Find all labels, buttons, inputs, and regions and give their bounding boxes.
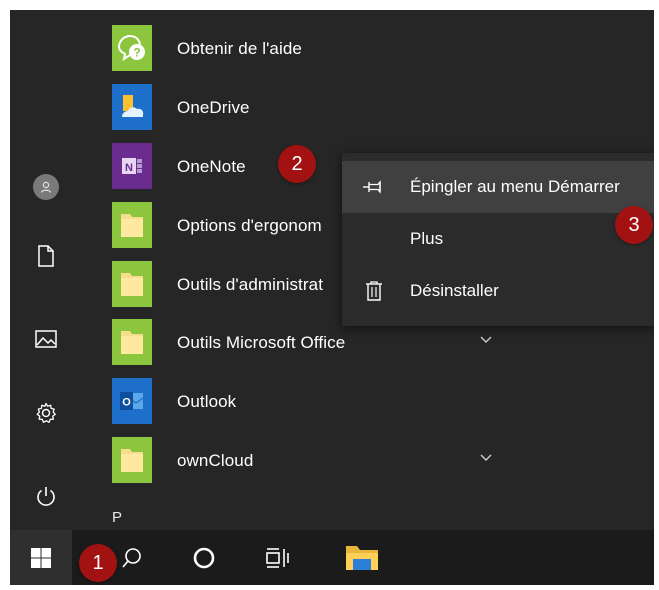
pin-icon bbox=[362, 175, 386, 199]
app-label: Outlook bbox=[177, 392, 237, 411]
folder-icon bbox=[112, 437, 152, 483]
section-letter[interactable]: P bbox=[112, 509, 122, 526]
app-label: OneNote bbox=[177, 157, 246, 176]
app-label: ownCloud bbox=[177, 451, 254, 470]
task-view-icon bbox=[266, 547, 289, 568]
folder-icon bbox=[112, 202, 152, 248]
cortana-button[interactable] bbox=[182, 530, 226, 585]
svg-text:O: O bbox=[122, 397, 131, 409]
app-label: Outils d'administrat bbox=[177, 275, 324, 294]
document-icon bbox=[38, 245, 54, 267]
context-menu-label: Épingler au menu Démarrer bbox=[410, 177, 620, 196]
list-item[interactable]: ownCloud bbox=[96, 431, 516, 489]
svg-text:N: N bbox=[125, 162, 133, 174]
file-explorer-button[interactable] bbox=[338, 530, 386, 585]
outlook-icon: O bbox=[112, 378, 152, 424]
user-icon bbox=[33, 174, 59, 200]
app-label: Obtenir de l'aide bbox=[177, 39, 302, 58]
pictures-button[interactable] bbox=[26, 319, 66, 359]
step-badge-3: 3 bbox=[615, 206, 653, 244]
help-icon: ? bbox=[112, 25, 152, 71]
uninstall-menu-item[interactable]: Désinstaller bbox=[342, 265, 654, 317]
svg-text:?: ? bbox=[133, 46, 140, 60]
power-icon bbox=[37, 487, 55, 506]
chevron-down-icon[interactable] bbox=[478, 449, 494, 465]
power-button[interactable] bbox=[26, 476, 66, 516]
settings-button[interactable] bbox=[26, 393, 66, 433]
onenote-icon: N bbox=[112, 143, 152, 189]
list-item[interactable]: OneDrive bbox=[96, 78, 516, 136]
windows-icon bbox=[31, 547, 51, 568]
start-menu-window: ? Obtenir de l'aide OneDrive N OneNote O… bbox=[10, 10, 654, 585]
start-button[interactable] bbox=[10, 530, 72, 585]
documents-button[interactable] bbox=[26, 236, 66, 276]
more-menu-item[interactable]: Plus bbox=[342, 213, 654, 265]
user-avatar-button[interactable] bbox=[26, 167, 66, 207]
onedrive-icon bbox=[112, 84, 152, 130]
chevron-down-icon[interactable] bbox=[478, 331, 494, 347]
trash-icon bbox=[362, 279, 386, 303]
gear-icon bbox=[36, 402, 56, 423]
search-icon bbox=[122, 547, 141, 568]
file-explorer-icon bbox=[346, 545, 378, 570]
list-item[interactable]: ? Obtenir de l'aide bbox=[96, 19, 516, 77]
picture-icon bbox=[35, 330, 57, 348]
app-label: Outils Microsoft Office bbox=[177, 333, 346, 352]
context-menu: Épingler au menu Démarrer Plus Désinstal… bbox=[342, 153, 654, 326]
task-view-button[interactable] bbox=[256, 530, 300, 585]
step-badge-2: 2 bbox=[278, 145, 316, 183]
app-label: Options d'ergonom bbox=[177, 216, 322, 235]
context-menu-label: Désinstaller bbox=[410, 281, 499, 300]
context-menu-label: Plus bbox=[410, 229, 444, 248]
start-menu-rail bbox=[10, 10, 96, 530]
list-item[interactable]: O Outlook bbox=[96, 372, 516, 430]
folder-icon bbox=[112, 261, 152, 307]
search-button[interactable] bbox=[110, 530, 154, 585]
pin-to-start-menu-item[interactable]: Épingler au menu Démarrer bbox=[342, 161, 654, 213]
cortana-icon bbox=[193, 547, 215, 568]
app-label: OneDrive bbox=[177, 98, 250, 117]
folder-icon bbox=[112, 319, 152, 365]
step-badge-1: 1 bbox=[79, 544, 117, 582]
